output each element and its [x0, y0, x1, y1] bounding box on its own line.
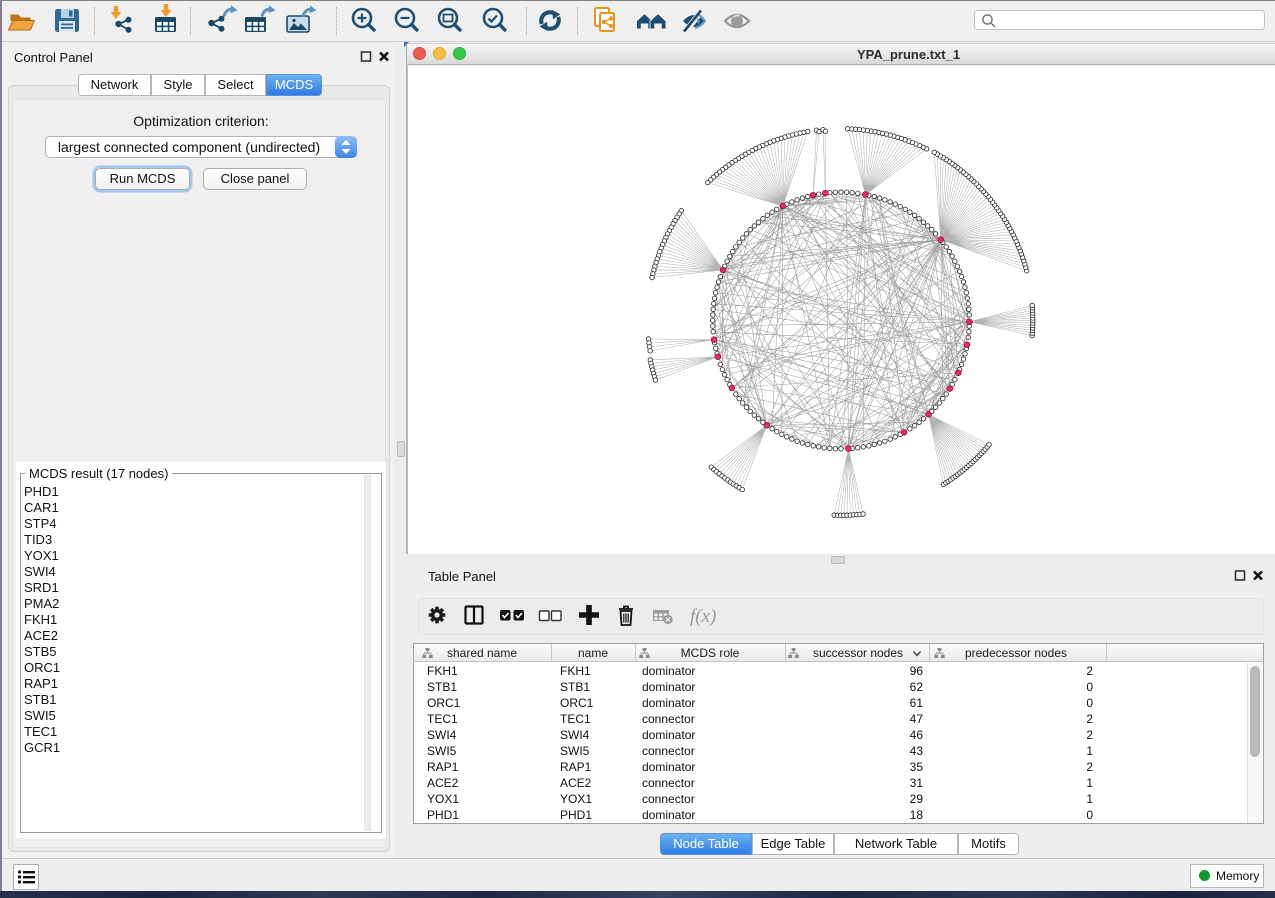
svg-text:f(x): f(x): [690, 606, 716, 627]
